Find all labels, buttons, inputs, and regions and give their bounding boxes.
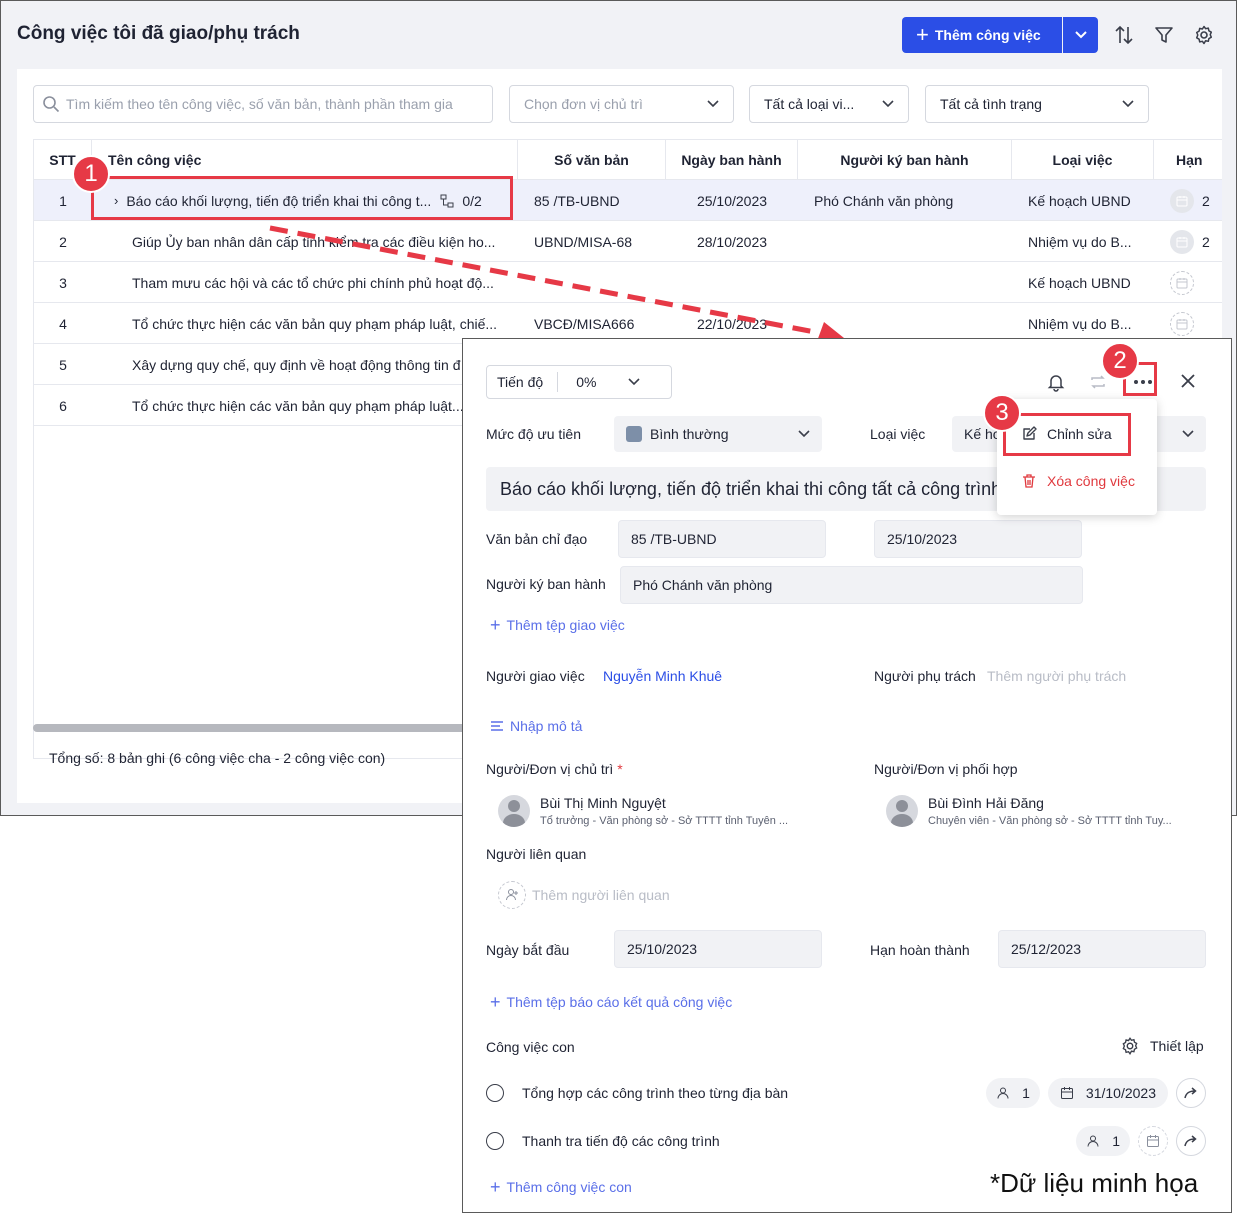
subtask-settings-button[interactable]: Thiết lập — [1120, 1036, 1204, 1056]
highlight-selected-task — [91, 176, 513, 220]
coop-person[interactable]: Bùi Đình Hải Đăng Chuyên viên - Văn phòn… — [886, 795, 1172, 827]
subtask-open-arrow-icon[interactable] — [1176, 1126, 1206, 1156]
priority-color-swatch — [626, 426, 642, 442]
add-report-label: Thêm tệp báo cáo kết quả công việc — [506, 994, 733, 1010]
progress-label: Tiến độ — [487, 372, 559, 392]
description-link[interactable]: Nhập mô tả — [490, 718, 582, 734]
doc-label: Văn bản chỉ đạo — [486, 531, 588, 547]
subtask-assignee-pill[interactable]: 1 — [1076, 1126, 1130, 1156]
highlight-edit-item — [1003, 413, 1131, 456]
subtask-name[interactable]: Tổng hợp các công trình theo từng địa bà… — [522, 1085, 986, 1101]
avatar — [886, 795, 918, 827]
menu-delete[interactable]: Xóa công việc — [997, 461, 1157, 501]
add-report-link[interactable]: + Thêm tệp báo cáo kết quả công việc — [490, 993, 732, 1011]
subtask-open-arrow-icon[interactable] — [1176, 1078, 1206, 1108]
subtask-assignee-count: 1 — [1112, 1133, 1120, 1149]
step-marker-1: 1 — [72, 155, 110, 193]
add-attachment-link[interactable]: + Thêm tệp giao việc — [490, 616, 625, 634]
coop-sub: Chuyên viên - Văn phòng sở - Sở TTTT tỉn… — [928, 815, 1172, 827]
start-date-field[interactable]: 25/10/2023 — [614, 930, 822, 968]
plus-icon: + — [490, 992, 501, 1012]
signer-label: Người ký ban hành — [486, 576, 606, 592]
add-subtask-label: Thêm công việc con — [506, 1179, 632, 1195]
chevron-down-icon — [1182, 430, 1194, 438]
chevron-down-icon — [628, 378, 640, 386]
step-marker-3: 3 — [983, 394, 1021, 432]
due-date-field[interactable]: 25/12/2023 — [998, 930, 1206, 968]
subtask-assignee-pill[interactable]: 1 — [986, 1078, 1040, 1108]
settings-label: Thiết lập — [1150, 1038, 1204, 1054]
subtasks-label: Công việc con — [486, 1039, 575, 1055]
coop-label: Người/Đơn vị phối hợp — [874, 761, 1018, 777]
avatar — [498, 795, 530, 827]
progress-select[interactable]: Tiến độ 0% — [486, 365, 672, 399]
lead-person[interactable]: Bùi Thị Minh Nguyệt Tổ trưởng - Văn phòn… — [498, 795, 788, 827]
step-marker-2: 2 — [1101, 342, 1139, 380]
calendar-icon — [1060, 1087, 1073, 1099]
plus-icon: + — [490, 615, 501, 635]
plus-icon: + — [490, 1177, 501, 1197]
doc-number-field[interactable]: 85 /TB-UBND — [618, 520, 826, 558]
gear-icon — [1122, 1037, 1138, 1055]
repeat-icon[interactable] — [1088, 372, 1108, 397]
add-subtask-link[interactable]: + Thêm công việc con — [490, 1178, 632, 1196]
description-label: Nhập mô tả — [510, 718, 583, 734]
owner-label: Người phụ trách — [874, 668, 976, 684]
illustration-note: *Dữ liệu minh họa — [990, 1168, 1199, 1198]
assigner-value[interactable]: Nguyễn Minh Khuê — [603, 668, 722, 684]
related-label: Người liên quan — [486, 846, 587, 862]
add-person-icon — [498, 881, 526, 909]
subtask-date-pill[interactable]: 31/10/2023 — [1047, 1078, 1168, 1108]
subtask-item: Thanh tra tiến độ các công trình 1 — [486, 1125, 1206, 1157]
add-related-button[interactable]: Thêm người liên quan — [498, 881, 670, 909]
close-icon[interactable] — [1179, 372, 1197, 395]
priority-label: Mức độ ưu tiên — [486, 426, 582, 442]
person-icon — [997, 1087, 1009, 1099]
owner-placeholder[interactable]: Thêm người phụ trách — [987, 668, 1126, 684]
start-label: Ngày bắt đầu — [486, 942, 570, 958]
assigner-label: Người giao việc — [486, 668, 585, 684]
subtask-assignee-count: 1 — [1022, 1085, 1030, 1101]
stage: Công việc tôi đã giao/phụ trách + Thêm c… — [0, 0, 1237, 1213]
text-lines-icon — [491, 721, 503, 731]
progress-value: 0% — [576, 374, 597, 390]
subtask-set-date-icon[interactable] — [1138, 1126, 1168, 1156]
subtask-date: 31/10/2023 — [1085, 1085, 1156, 1101]
bell-icon[interactable] — [1046, 372, 1066, 397]
subtask-complete-radio[interactable] — [486, 1084, 504, 1102]
person-icon — [1087, 1135, 1099, 1147]
trash-icon — [1023, 474, 1035, 488]
subtask-item: Tổng hợp các công trình theo từng địa bà… — [486, 1077, 1206, 1109]
coop-name: Bùi Đình Hải Đăng — [928, 795, 1044, 811]
add-attachment-label: Thêm tệp giao việc — [506, 617, 625, 633]
chevron-down-icon — [798, 430, 810, 438]
required-mark: * — [617, 761, 623, 777]
doc-date-field[interactable]: 25/10/2023 — [874, 520, 1082, 558]
subtask-name[interactable]: Thanh tra tiến độ các công trình — [522, 1133, 1076, 1149]
signer-field[interactable]: Phó Chánh văn phòng — [620, 566, 1083, 604]
priority-value: Bình thường — [650, 426, 729, 442]
subtask-complete-radio[interactable] — [486, 1132, 504, 1150]
type-label: Loại việc — [870, 426, 926, 442]
priority-select[interactable]: Bình thường — [614, 416, 822, 452]
lead-sub: Tổ trưởng - Văn phòng sở - Sở TTTT tỉnh … — [540, 815, 789, 827]
lead-name: Bùi Thị Minh Nguyệt — [540, 795, 666, 811]
lead-label: Người/Đơn vị chủ trì * — [486, 761, 623, 777]
related-placeholder: Thêm người liên quan — [532, 887, 670, 903]
due-label: Hạn hoàn thành — [870, 942, 970, 958]
menu-delete-label: Xóa công việc — [1047, 473, 1135, 489]
